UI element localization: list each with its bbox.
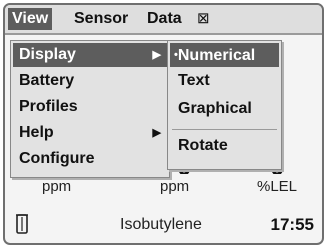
menu-sensor[interactable]: Sensor [70,8,132,30]
menu-bar: View Sensor Data ⊠ [5,5,322,35]
menu-item-battery[interactable]: Battery [13,69,167,93]
reading-unit-1: ppm [42,178,72,195]
menu-item-numerical[interactable]: •Numerical [170,43,279,67]
menu-item-label: Graphical [178,100,252,117]
clock: 17:55 [270,215,314,234]
menu-item-profiles[interactable]: Profiles [13,95,167,119]
menu-item-label: Help [19,124,54,141]
submenu-arrow-icon: ▶ [152,49,161,61]
menu-item-display[interactable]: Display ▶ [13,43,167,67]
sensor-tube-icon [16,214,28,234]
gas-name: Isobutylene [120,216,202,233]
menu-item-label: Numerical [177,47,256,64]
menu-item-label: Display [19,46,76,63]
status-bar: Isobutylene 17:55 [5,207,322,243]
submenu-arrow-icon: ▶ [152,127,161,139]
menu-item-graphical[interactable]: Graphical [170,97,279,121]
reading-unit-2: ppm [160,178,190,195]
menu-item-label: Battery [19,72,75,89]
menu-separator [172,129,277,130]
menu-item-label: Rotate [178,137,228,154]
menu-item-rotate[interactable]: Rotate [170,134,279,158]
menu-item-label: Text [178,72,210,89]
menu-item-configure[interactable]: Configure [13,147,167,171]
menu-view[interactable]: View [8,8,53,30]
menu-item-help[interactable]: Help ▶ [13,121,167,145]
menu-item-label: Profiles [19,98,78,115]
close-icon[interactable]: ⊠ [193,8,214,30]
display-submenu: •Numerical Text Graphical Rotate [167,40,282,170]
view-dropdown: Display ▶ Battery Profiles Help ▶ Config… [10,40,170,178]
device-screen: View Sensor Data ⊠ 0 0 0 ppm ppm %LEL Is… [3,3,324,245]
menu-data[interactable]: Data [143,8,186,30]
menu-item-label: Configure [19,150,95,167]
menu-item-text[interactable]: Text [170,69,279,93]
reading-unit-3: %LEL [257,178,298,195]
